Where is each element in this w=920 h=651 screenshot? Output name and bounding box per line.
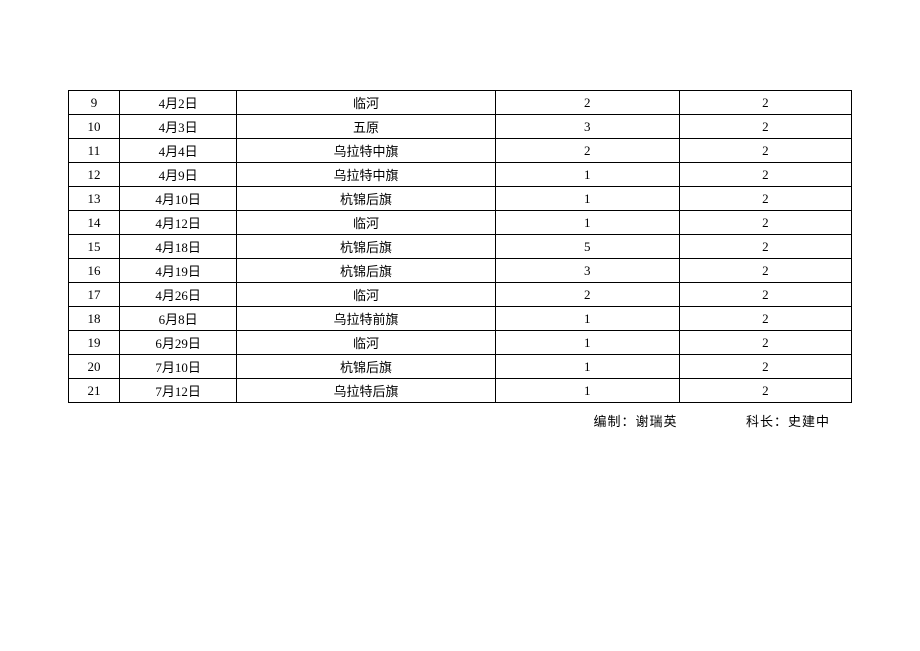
cell-location: 杭锦后旗 bbox=[237, 187, 495, 211]
cell-v1: 1 bbox=[495, 211, 679, 235]
table-row: 94月2日临河22 bbox=[69, 91, 852, 115]
table-row: 217月12日乌拉特后旗12 bbox=[69, 379, 852, 403]
cell-v1: 1 bbox=[495, 331, 679, 355]
cell-v2: 2 bbox=[679, 187, 851, 211]
cell-date: 4月10日 bbox=[119, 187, 236, 211]
cell-date: 4月9日 bbox=[119, 163, 236, 187]
cell-location: 杭锦后旗 bbox=[237, 259, 495, 283]
cell-idx: 12 bbox=[69, 163, 120, 187]
cell-v2: 2 bbox=[679, 259, 851, 283]
cell-location: 临河 bbox=[237, 91, 495, 115]
cell-v1: 3 bbox=[495, 115, 679, 139]
cell-v1: 3 bbox=[495, 259, 679, 283]
cell-location: 临河 bbox=[237, 283, 495, 307]
table-row: 114月4日乌拉特中旗22 bbox=[69, 139, 852, 163]
cell-idx: 13 bbox=[69, 187, 120, 211]
compiler-name: 谢瑞英 bbox=[635, 414, 677, 429]
cell-v1: 2 bbox=[495, 91, 679, 115]
cell-idx: 10 bbox=[69, 115, 120, 139]
table-row: 174月26日临河22 bbox=[69, 283, 852, 307]
cell-v2: 2 bbox=[679, 283, 851, 307]
table-row: 134月10日杭锦后旗12 bbox=[69, 187, 852, 211]
chief-label: 科长： bbox=[746, 414, 788, 429]
table-body: 94月2日临河22104月3日五原32114月4日乌拉特中旗22124月9日乌拉… bbox=[69, 91, 852, 403]
cell-date: 4月12日 bbox=[119, 211, 236, 235]
cell-location: 五原 bbox=[237, 115, 495, 139]
data-table: 94月2日临河22104月3日五原32114月4日乌拉特中旗22124月9日乌拉… bbox=[68, 90, 852, 403]
cell-location: 杭锦后旗 bbox=[237, 235, 495, 259]
cell-v2: 2 bbox=[679, 379, 851, 403]
table-row: 104月3日五原32 bbox=[69, 115, 852, 139]
cell-v1: 1 bbox=[495, 307, 679, 331]
cell-date: 4月3日 bbox=[119, 115, 236, 139]
cell-v1: 1 bbox=[495, 163, 679, 187]
cell-location: 临河 bbox=[237, 211, 495, 235]
cell-date: 6月8日 bbox=[119, 307, 236, 331]
cell-date: 6月29日 bbox=[119, 331, 236, 355]
table-row: 124月9日乌拉特中旗12 bbox=[69, 163, 852, 187]
cell-location: 乌拉特后旗 bbox=[237, 379, 495, 403]
cell-v1: 1 bbox=[495, 355, 679, 379]
cell-v1: 1 bbox=[495, 187, 679, 211]
footer-line: 编制：谢瑞英 科长：史建中 bbox=[68, 411, 852, 430]
cell-date: 4月19日 bbox=[119, 259, 236, 283]
cell-v2: 2 bbox=[679, 91, 851, 115]
table-row: 207月10日杭锦后旗12 bbox=[69, 355, 852, 379]
cell-idx: 14 bbox=[69, 211, 120, 235]
cell-v2: 2 bbox=[679, 331, 851, 355]
cell-location: 杭锦后旗 bbox=[237, 355, 495, 379]
cell-date: 4月26日 bbox=[119, 283, 236, 307]
cell-location: 乌拉特中旗 bbox=[237, 139, 495, 163]
cell-idx: 17 bbox=[69, 283, 120, 307]
table-row: 164月19日杭锦后旗32 bbox=[69, 259, 852, 283]
cell-location: 临河 bbox=[237, 331, 495, 355]
cell-v2: 2 bbox=[679, 163, 851, 187]
table-row: 196月29日临河12 bbox=[69, 331, 852, 355]
cell-v2: 2 bbox=[679, 139, 851, 163]
cell-idx: 16 bbox=[69, 259, 120, 283]
cell-date: 4月18日 bbox=[119, 235, 236, 259]
cell-date: 4月4日 bbox=[119, 139, 236, 163]
cell-idx: 20 bbox=[69, 355, 120, 379]
cell-date: 7月10日 bbox=[119, 355, 236, 379]
table-row: 144月12日临河12 bbox=[69, 211, 852, 235]
table-row: 154月18日杭锦后旗52 bbox=[69, 235, 852, 259]
chief-name: 史建中 bbox=[788, 414, 830, 429]
compiler-label: 编制： bbox=[593, 414, 635, 429]
cell-v2: 2 bbox=[679, 355, 851, 379]
cell-idx: 15 bbox=[69, 235, 120, 259]
cell-idx: 9 bbox=[69, 91, 120, 115]
cell-v2: 2 bbox=[679, 307, 851, 331]
cell-idx: 11 bbox=[69, 139, 120, 163]
cell-v2: 2 bbox=[679, 211, 851, 235]
cell-location: 乌拉特中旗 bbox=[237, 163, 495, 187]
cell-location: 乌拉特前旗 bbox=[237, 307, 495, 331]
cell-v1: 1 bbox=[495, 379, 679, 403]
cell-v1: 5 bbox=[495, 235, 679, 259]
cell-date: 7月12日 bbox=[119, 379, 236, 403]
cell-date: 4月2日 bbox=[119, 91, 236, 115]
cell-idx: 21 bbox=[69, 379, 120, 403]
cell-v1: 2 bbox=[495, 283, 679, 307]
cell-v2: 2 bbox=[679, 235, 851, 259]
cell-v1: 2 bbox=[495, 139, 679, 163]
cell-v2: 2 bbox=[679, 115, 851, 139]
table-row: 186月8日乌拉特前旗12 bbox=[69, 307, 852, 331]
cell-idx: 19 bbox=[69, 331, 120, 355]
cell-idx: 18 bbox=[69, 307, 120, 331]
